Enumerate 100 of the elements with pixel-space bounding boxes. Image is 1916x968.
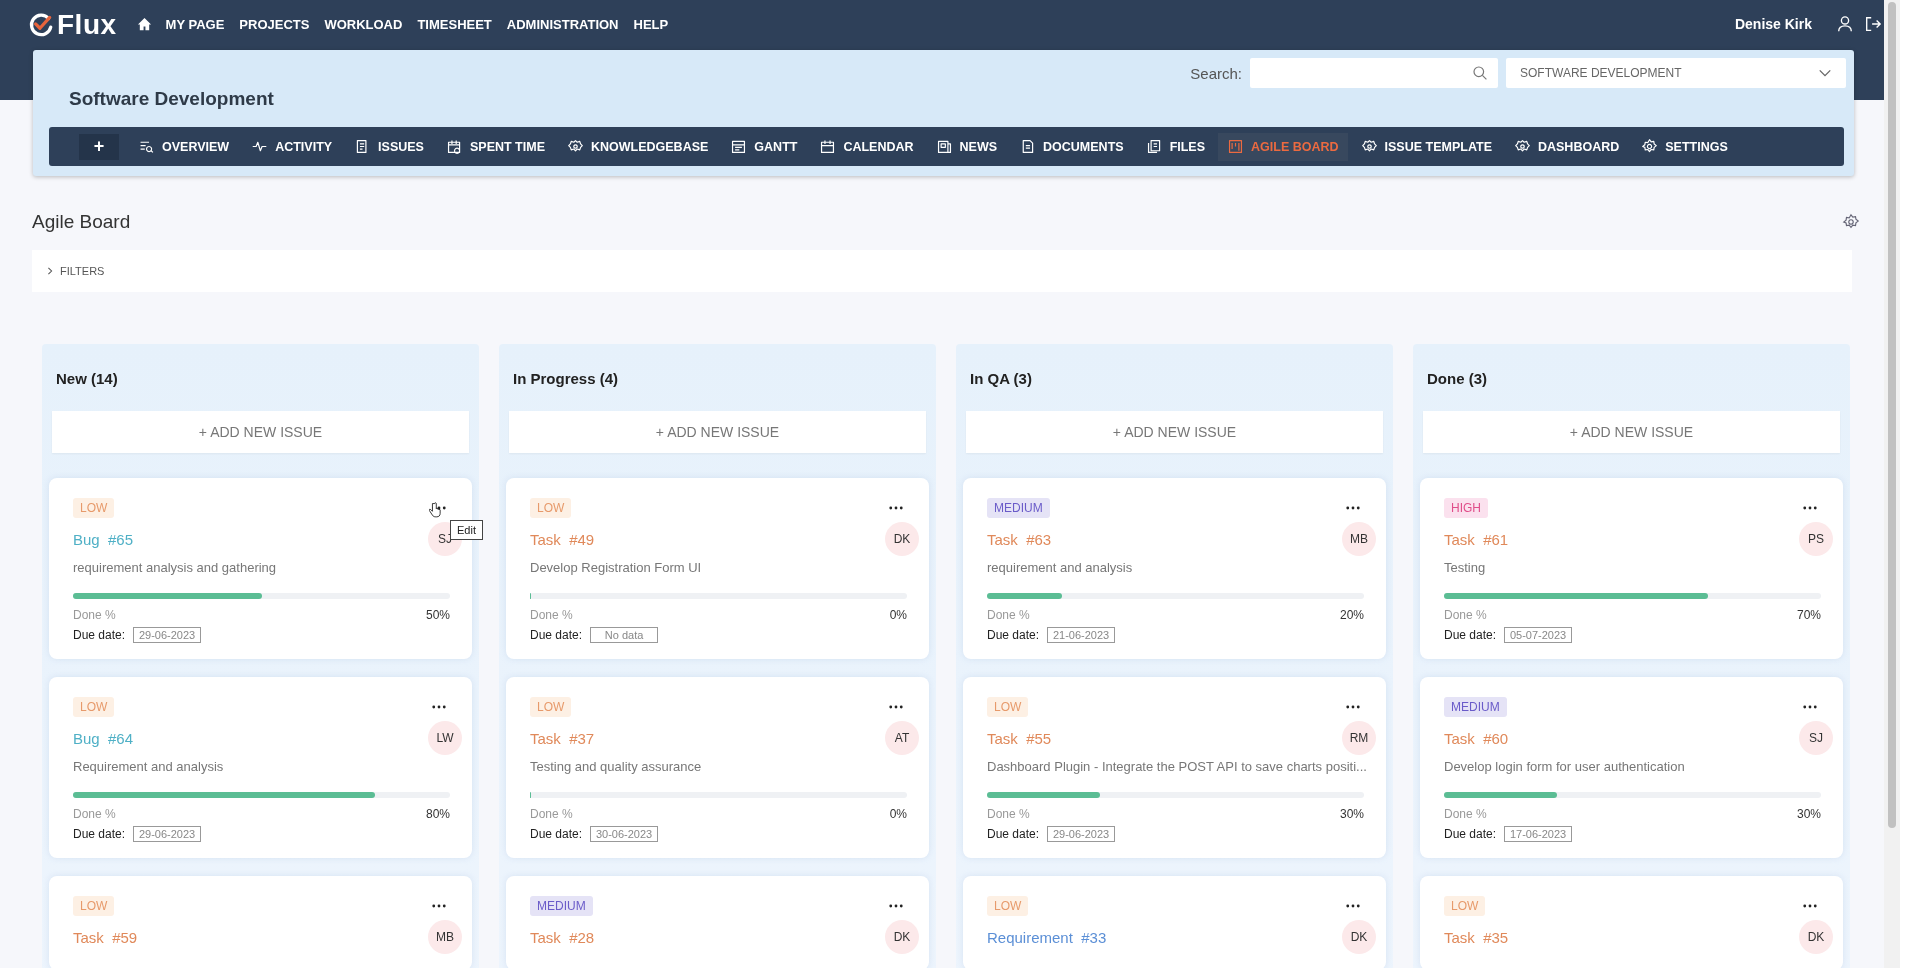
project-nav-tab[interactable]: ISSUES bbox=[345, 132, 433, 161]
done-percent: 50% bbox=[425, 608, 450, 622]
project-nav-tab[interactable]: KNOWLEDGEBASE bbox=[558, 132, 718, 161]
user-name[interactable]: Denise Kirk bbox=[1734, 0, 1812, 48]
nav-icon bbox=[1227, 138, 1245, 155]
project-nav-tab[interactable]: DOCUMENTS bbox=[1010, 132, 1133, 161]
done-percent: 0% bbox=[889, 608, 907, 622]
add-issue-button[interactable]: + ADD NEW ISSUE bbox=[509, 411, 926, 453]
issue-subject: Testing bbox=[1444, 560, 1487, 575]
home-icon[interactable] bbox=[136, 17, 152, 32]
issue-subject: requirement analysis and gathering bbox=[73, 560, 278, 575]
due-date-value: 17-06-2023 bbox=[1504, 826, 1573, 842]
done-percent: 0% bbox=[889, 807, 907, 821]
issue-card[interactable]: HIGH Task #61 PS Testing Done % 70% Due date: 05-07-2023 bbox=[1420, 478, 1843, 659]
done-label: Done % bbox=[73, 807, 116, 821]
done-percent: 20% bbox=[1339, 608, 1364, 622]
project-nav-tab[interactable]: FILES bbox=[1136, 132, 1215, 161]
due-date-label: Due date: bbox=[530, 628, 583, 642]
page-title: Agile Board bbox=[32, 211, 131, 233]
due-date-value: 29-06-2023 bbox=[133, 627, 202, 643]
more-icon[interactable] bbox=[889, 506, 903, 510]
top-menu-link[interactable]: MY PAGE bbox=[165, 0, 225, 50]
priority-tag: MEDIUM bbox=[987, 498, 1050, 518]
more-icon[interactable] bbox=[889, 705, 903, 709]
top-menu-link[interactable]: ADMINISTRATION bbox=[506, 0, 619, 50]
project-nav-tab[interactable]: DASHBOARD bbox=[1504, 132, 1629, 161]
due-date-label: Due date: bbox=[530, 827, 583, 841]
assignee-avatar: MB bbox=[428, 920, 462, 954]
add-issue-button[interactable]: + ADD NEW ISSUE bbox=[52, 411, 469, 453]
issue-card[interactable]: LOW Task #49 DK Develop Registration Form UI Done % 0% Due date: No data bbox=[506, 478, 929, 659]
priority-tag: LOW bbox=[73, 697, 115, 717]
assignee-avatar: DK bbox=[885, 522, 919, 556]
more-icon[interactable] bbox=[432, 904, 446, 908]
issue-card[interactable]: MEDIUM Task #63 MB requirement and analysis Done % 20% Due date: 21-06-2023 bbox=[963, 478, 1386, 659]
due-date-label: Due date: bbox=[1444, 628, 1497, 642]
assignee-avatar: AT bbox=[885, 721, 919, 755]
user-icon[interactable] bbox=[1836, 15, 1854, 33]
search-icon bbox=[1472, 65, 1488, 81]
column-title: New (14) bbox=[55, 369, 119, 389]
priority-tag: LOW bbox=[1444, 896, 1486, 916]
assignee-avatar: SJ bbox=[1799, 721, 1833, 755]
issue-card[interactable]: LOW Task #59 MB bbox=[49, 876, 472, 968]
more-icon[interactable] bbox=[1346, 904, 1360, 908]
priority-tag: LOW bbox=[530, 498, 572, 518]
done-percent: 80% bbox=[425, 807, 450, 821]
more-icon[interactable] bbox=[1803, 506, 1817, 510]
priority-tag: LOW bbox=[73, 896, 115, 916]
add-issue-button[interactable]: + ADD NEW ISSUE bbox=[1423, 411, 1840, 453]
more-icon[interactable] bbox=[1803, 705, 1817, 709]
done-label: Done % bbox=[1444, 608, 1487, 622]
assignee-avatar: MB bbox=[1342, 522, 1376, 556]
due-date-value: No data bbox=[590, 627, 659, 643]
due-date-value: 30-06-2023 bbox=[590, 826, 659, 842]
issue-card[interactable]: MEDIUM Task #28 DK bbox=[506, 876, 929, 968]
check-circle-logo-icon bbox=[28, 12, 54, 38]
settings-icon[interactable] bbox=[1842, 213, 1860, 231]
assignee-avatar: DK bbox=[1799, 920, 1833, 954]
page-scrollbar[interactable] bbox=[1884, 0, 1900, 968]
done-label: Done % bbox=[1444, 807, 1487, 821]
nav-icon bbox=[935, 138, 953, 155]
column-title: In QA (3) bbox=[969, 369, 1033, 389]
project-nav-tab[interactable]: SPENT TIME bbox=[436, 132, 554, 161]
issue-card[interactable]: MEDIUM Task #60 SJ Develop login form for user authentication Done % 30% Due date: 17-06-2023 bbox=[1420, 677, 1843, 858]
issue-subject: Testing and quality assurance bbox=[530, 759, 703, 774]
add-issue-button[interactable]: + ADD NEW ISSUE bbox=[966, 411, 1383, 453]
more-icon[interactable] bbox=[1803, 904, 1817, 908]
project-nav-tab[interactable]: SETTINGS bbox=[1632, 132, 1737, 161]
top-menu-link[interactable]: PROJECTS bbox=[239, 0, 310, 50]
search-field[interactable] bbox=[1250, 58, 1498, 88]
project-nav-tab[interactable]: NEWS bbox=[926, 132, 1007, 161]
add-button[interactable]: + bbox=[79, 133, 119, 160]
project-dropdown[interactable]: SOFTWARE DEVELOPMENT bbox=[1506, 58, 1846, 88]
project-nav-tab[interactable]: ISSUE TEMPLATE bbox=[1351, 132, 1501, 161]
chevron-icon bbox=[46, 267, 54, 275]
project-nav-tab[interactable]: CALENDAR bbox=[810, 132, 923, 161]
top-menu-link[interactable]: HELP bbox=[633, 0, 669, 50]
priority-tag: LOW bbox=[987, 896, 1029, 916]
assignee-avatar: DK bbox=[1342, 920, 1376, 954]
top-menu-link[interactable]: TIMESHEET bbox=[417, 0, 492, 50]
nav-icon bbox=[1145, 138, 1163, 155]
top-menu-link[interactable]: WORKLOAD bbox=[324, 0, 403, 50]
filters-toggle[interactable]: FILTERS bbox=[46, 265, 105, 277]
project-nav-tab[interactable]: ACTIVITY bbox=[242, 132, 342, 161]
more-icon[interactable] bbox=[889, 904, 903, 908]
more-icon[interactable] bbox=[1346, 506, 1360, 510]
issue-card[interactable]: LOW Requirement #33 DK bbox=[963, 876, 1386, 968]
done-label: Done % bbox=[987, 807, 1030, 821]
logout-icon[interactable] bbox=[1864, 15, 1882, 33]
more-icon[interactable] bbox=[432, 705, 446, 709]
project-nav-tab[interactable]: OVERVIEW bbox=[129, 132, 239, 161]
issue-card[interactable]: LOW Task #35 DK bbox=[1420, 876, 1843, 968]
priority-tag: MEDIUM bbox=[530, 896, 593, 916]
issue-card[interactable]: LOW Bug #64 LW Requirement and analysis Done % 80% Due date: 29-06-2023 bbox=[49, 677, 472, 858]
more-icon[interactable] bbox=[1346, 705, 1360, 709]
project-nav-tab[interactable]: GANTT bbox=[721, 132, 807, 161]
done-label: Done % bbox=[987, 608, 1030, 622]
issue-subject: requirement and analysis bbox=[987, 560, 1134, 575]
issue-card[interactable]: LOW Task #37 AT Testing and quality assurance Done % 0% Due date: 30-06-2023 bbox=[506, 677, 929, 858]
issue-card[interactable]: LOW Task #55 RM Dashboard Plugin - Integrate the POST API to save charts positi... Done % 30% Due date: 29-06-2023 bbox=[963, 677, 1386, 858]
assignee-avatar: RM bbox=[1342, 721, 1376, 755]
